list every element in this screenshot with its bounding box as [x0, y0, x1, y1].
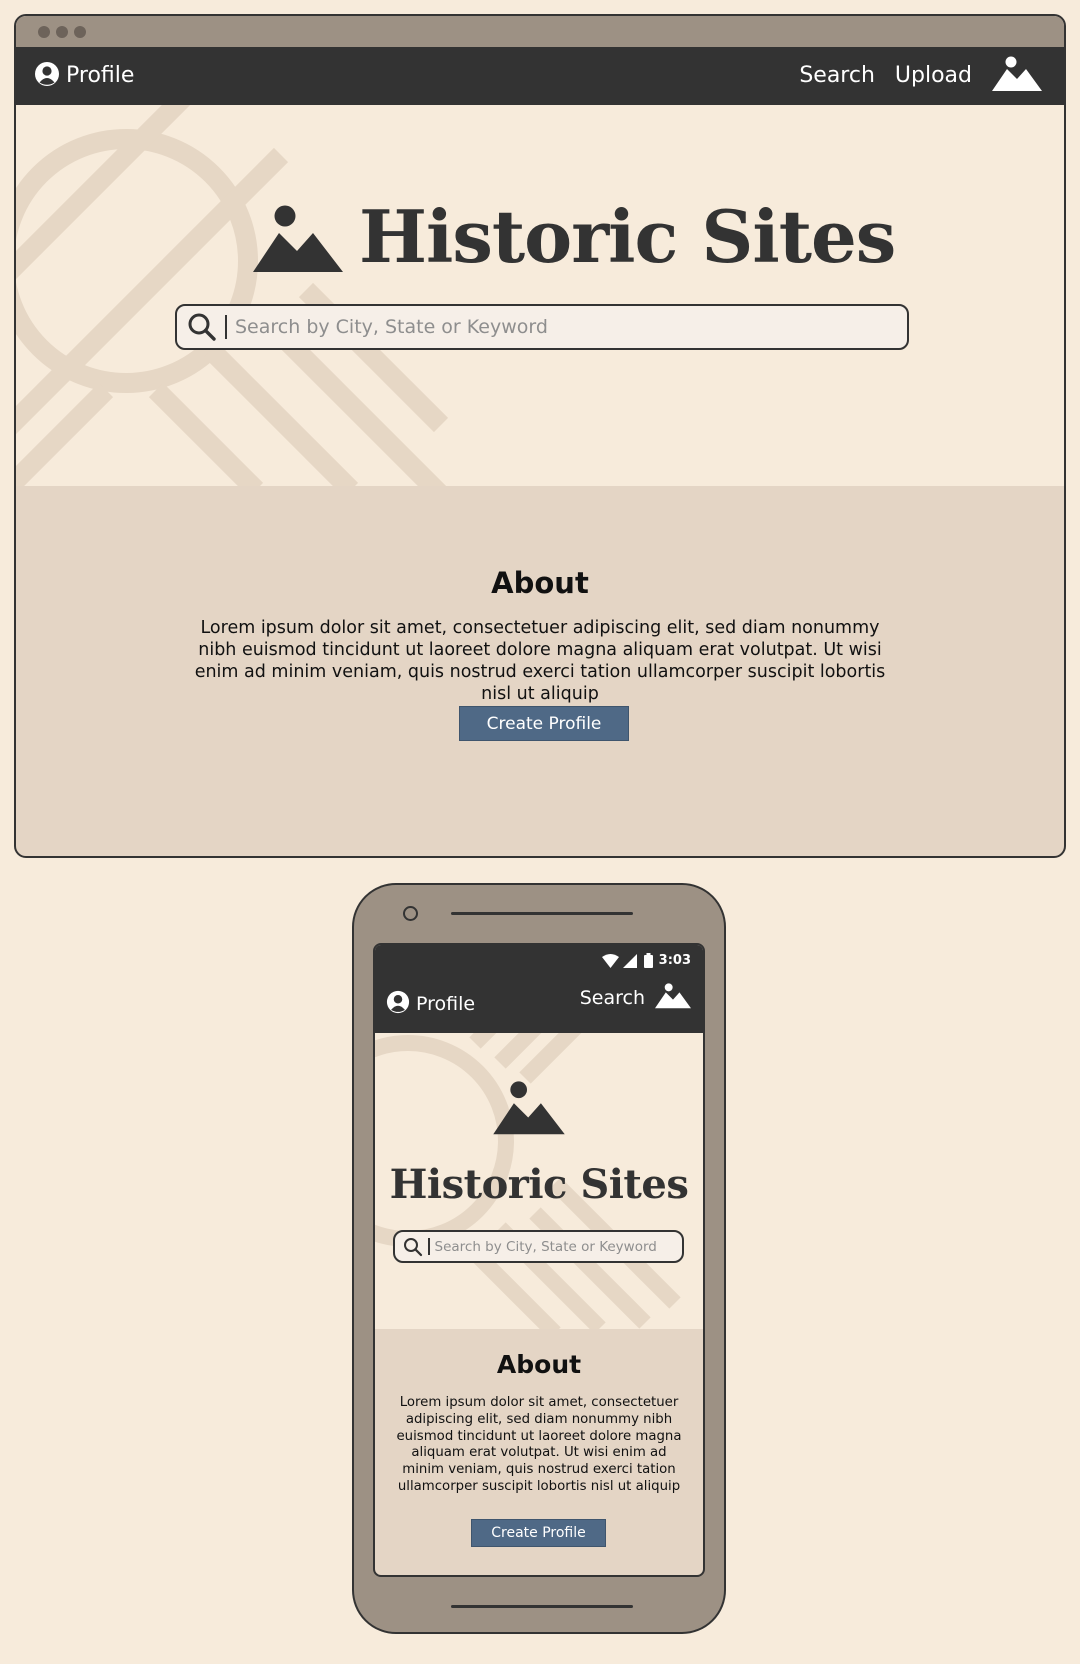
about-text: Lorem ipsum dolor sit amet, consectetuer…: [396, 1395, 682, 1494]
hero-section: Historic Sites: [16, 105, 1064, 486]
nav-upload-link[interactable]: Upload: [895, 56, 972, 96]
mobile-phone-frame: 3:03 Profile Search Historic Sites Searc…: [352, 883, 726, 1634]
create-profile-button[interactable]: Create Profile: [459, 706, 629, 741]
status-time: 3:03: [658, 953, 691, 968]
page-title: Historic Sites: [389, 1161, 689, 1208]
nav-search-link[interactable]: Search: [799, 56, 875, 96]
signal-icon: [623, 954, 637, 968]
camera-icon: [403, 906, 418, 921]
mountain-logo-icon[interactable]: [655, 982, 691, 1014]
phone-speaker: [451, 912, 633, 915]
search-icon[interactable]: [403, 1237, 423, 1257]
desktop-navbar: Profile Search Upload: [16, 47, 1064, 105]
phone-bottom-bar: [451, 1605, 633, 1608]
mountain-logo-icon[interactable]: [992, 55, 1042, 97]
about-section: About Lorem ipsum dolor sit amet, consec…: [16, 486, 1064, 856]
profile-icon: [34, 61, 60, 91]
status-bar: 3:03: [375, 945, 703, 977]
about-title: About: [496, 1350, 582, 1379]
wifi-icon: [602, 954, 619, 968]
search-input[interactable]: [235, 312, 907, 342]
search-bar[interactable]: [393, 1230, 684, 1263]
text-caret: [428, 1238, 430, 1255]
mobile-screen: 3:03 Profile Search Historic Sites Searc…: [373, 943, 705, 1577]
mobile-navbar: Profile Search: [375, 977, 703, 1033]
create-profile-button[interactable]: Create Profile: [471, 1519, 606, 1547]
about-text: Lorem ipsum dolor sit amet, consectetuer…: [194, 618, 886, 704]
page-title: Historic Sites: [359, 194, 896, 279]
window-dot[interactable]: [56, 26, 68, 38]
mountain-logo-icon: [253, 205, 343, 277]
desktop-browser-window: Profile Search Upload Historic Sites Sea…: [14, 14, 1066, 858]
browser-titlebar: [16, 16, 1064, 47]
mountain-logo-icon: [493, 1081, 565, 1135]
profile-link[interactable]: Profile: [34, 61, 134, 91]
battery-icon: [644, 953, 653, 968]
hero-section: Historic Sites: [375, 1033, 703, 1329]
nav-search-link[interactable]: Search: [580, 987, 645, 1009]
text-caret: [225, 315, 227, 339]
profile-label: Profile: [66, 63, 135, 88]
decorative-sun-pattern: [16, 105, 449, 486]
profile-icon: [386, 990, 410, 1018]
window-dot[interactable]: [74, 26, 86, 38]
profile-link[interactable]: Profile: [386, 990, 475, 1018]
search-icon[interactable]: [187, 312, 217, 342]
search-input[interactable]: [434, 1235, 682, 1258]
profile-label: Profile: [416, 993, 476, 1015]
window-dot[interactable]: [38, 26, 50, 38]
search-bar[interactable]: [175, 304, 909, 350]
about-title: About: [491, 566, 589, 600]
